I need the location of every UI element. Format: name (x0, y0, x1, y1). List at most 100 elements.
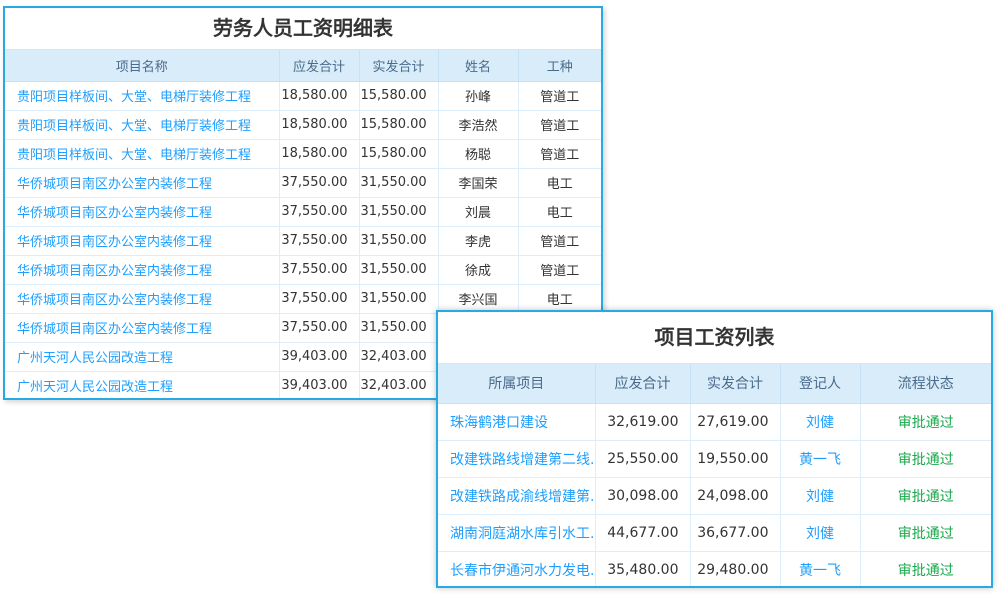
cell-payable-total: 37,550.00 (279, 284, 359, 313)
cell-project-name-link[interactable]: 广州天河人民公园改造工程 (5, 342, 279, 371)
worker-salary-row: 贵阳项目样板间、大堂、电梯厅装修工程 18,580.00 15,580.00 杨… (5, 139, 601, 168)
worker-salary-row: 华侨城项目南区办公室内装修工程 37,550.00 31,550.00 李兴国 … (5, 284, 601, 313)
cell-payable-total: 25,550.00 (595, 440, 690, 477)
cell-payable-total: 37,550.00 (279, 313, 359, 342)
cell-worker-name: 杨聪 (438, 139, 518, 168)
cell-worker-name: 李虎 (438, 226, 518, 255)
cell-job-type: 管道工 (518, 139, 601, 168)
cell-actual-total: 32,403.00 (359, 342, 438, 371)
cell-job-type: 管道工 (518, 255, 601, 284)
cell-registrant-link[interactable]: 刘健 (780, 514, 860, 551)
cell-project-name-link[interactable]: 改建铁路线增建第二线... (438, 440, 595, 477)
worker-salary-row: 贵阳项目样板间、大堂、电梯厅装修工程 18,580.00 15,580.00 李… (5, 110, 601, 139)
cell-actual-total: 15,580.00 (359, 139, 438, 168)
cell-payable-total: 18,580.00 (279, 81, 359, 110)
cell-worker-name: 李浩然 (438, 110, 518, 139)
worker-salary-row: 华侨城项目南区办公室内装修工程 37,550.00 31,550.00 李虎 管… (5, 226, 601, 255)
cell-actual-total: 15,580.00 (359, 81, 438, 110)
cell-project-name-link[interactable]: 珠海鹤港口建设 (438, 403, 595, 440)
project-salary-row: 长春市伊通河水力发电... 35,480.00 29,480.00 黄一飞 审批… (438, 551, 991, 588)
cell-project-name-link[interactable]: 华侨城项目南区办公室内装修工程 (5, 284, 279, 313)
cell-actual-total: 15,580.00 (359, 110, 438, 139)
cell-project-name-link[interactable]: 湖南洞庭湖水库引水工... (438, 514, 595, 551)
cell-registrant-link[interactable]: 黄一飞 (780, 551, 860, 588)
cell-actual-total: 27,619.00 (690, 403, 780, 440)
cell-actual-total: 24,098.00 (690, 477, 780, 514)
cell-project-name-link[interactable]: 长春市伊通河水力发电... (438, 551, 595, 588)
project-salary-row: 改建铁路成渝线增建第... 30,098.00 24,098.00 刘健 审批通… (438, 477, 991, 514)
cell-flow-status: 审批通过 (860, 477, 991, 514)
worker-salary-row: 华侨城项目南区办公室内装修工程 37,550.00 31,550.00 徐成 管… (5, 255, 601, 284)
col-header-payable-total: 应发合计 (595, 364, 690, 403)
cell-payable-total: 37,550.00 (279, 168, 359, 197)
cell-payable-total: 37,550.00 (279, 226, 359, 255)
cell-actual-total: 32,403.00 (359, 371, 438, 400)
cell-job-type: 电工 (518, 284, 601, 313)
cell-actual-total: 29,480.00 (690, 551, 780, 588)
cell-worker-name: 李国荣 (438, 168, 518, 197)
cell-payable-total: 35,480.00 (595, 551, 690, 588)
cell-registrant-link[interactable]: 黄一飞 (780, 440, 860, 477)
cell-payable-total: 32,619.00 (595, 403, 690, 440)
col-header-actual-total: 实发合计 (690, 364, 780, 403)
cell-actual-total: 36,677.00 (690, 514, 780, 551)
cell-payable-total: 39,403.00 (279, 371, 359, 400)
cell-payable-total: 18,580.00 (279, 139, 359, 168)
project-salary-row: 珠海鹤港口建设 32,619.00 27,619.00 刘健 审批通过 (438, 403, 991, 440)
col-header-flow-status: 流程状态 (860, 364, 991, 403)
cell-project-name-link[interactable]: 贵阳项目样板间、大堂、电梯厅装修工程 (5, 139, 279, 168)
project-salary-table: 所属项目 应发合计 实发合计 登记人 流程状态 珠海鹤港口建设 32,619.0… (438, 364, 991, 588)
header-row: 项目名称 应发合计 实发合计 姓名 工种 (5, 50, 601, 81)
cell-registrant-link[interactable]: 刘健 (780, 477, 860, 514)
col-header-project-name: 项目名称 (5, 50, 279, 81)
cell-project-name-link[interactable]: 广州天河人民公园改造工程 (5, 371, 279, 400)
cell-actual-total: 31,550.00 (359, 168, 438, 197)
cell-job-type: 管道工 (518, 226, 601, 255)
project-salary-table-body: 珠海鹤港口建设 32,619.00 27,619.00 刘健 审批通过 改建铁路… (438, 403, 991, 588)
worker-salary-row: 贵阳项目样板间、大堂、电梯厅装修工程 18,580.00 15,580.00 孙… (5, 81, 601, 110)
cell-project-name-link[interactable]: 华侨城项目南区办公室内装修工程 (5, 255, 279, 284)
cell-project-name-link[interactable]: 贵阳项目样板间、大堂、电梯厅装修工程 (5, 110, 279, 139)
cell-worker-name: 李兴国 (438, 284, 518, 313)
page-canvas: { "colors": { "panel_border": "#29a9e1",… (0, 0, 1000, 600)
cell-flow-status: 审批通过 (860, 440, 991, 477)
cell-worker-name: 徐成 (438, 255, 518, 284)
cell-project-name-link[interactable]: 改建铁路成渝线增建第... (438, 477, 595, 514)
cell-payable-total: 18,580.00 (279, 110, 359, 139)
cell-actual-total: 31,550.00 (359, 255, 438, 284)
cell-job-type: 电工 (518, 168, 601, 197)
col-header-registrant: 登记人 (780, 364, 860, 403)
cell-job-type: 管道工 (518, 110, 601, 139)
col-header-payable-total: 应发合计 (279, 50, 359, 81)
col-header-actual-total: 实发合计 (359, 50, 438, 81)
cell-project-name-link[interactable]: 华侨城项目南区办公室内装修工程 (5, 197, 279, 226)
project-salary-panel-title: 项目工资列表 (438, 312, 991, 364)
cell-payable-total: 37,550.00 (279, 255, 359, 284)
cell-worker-name: 孙峰 (438, 81, 518, 110)
cell-payable-total: 44,677.00 (595, 514, 690, 551)
cell-actual-total: 31,550.00 (359, 197, 438, 226)
cell-job-type: 电工 (518, 197, 601, 226)
header-row: 所属项目 应发合计 实发合计 登记人 流程状态 (438, 364, 991, 403)
cell-actual-total: 31,550.00 (359, 226, 438, 255)
cell-worker-name: 刘晨 (438, 197, 518, 226)
col-header-job-type: 工种 (518, 50, 601, 81)
cell-payable-total: 39,403.00 (279, 342, 359, 371)
cell-payable-total: 30,098.00 (595, 477, 690, 514)
worker-salary-panel-title: 劳务人员工资明细表 (5, 8, 601, 50)
cell-project-name-link[interactable]: 华侨城项目南区办公室内装修工程 (5, 226, 279, 255)
cell-actual-total: 31,550.00 (359, 284, 438, 313)
project-salary-table-header: 所属项目 应发合计 实发合计 登记人 流程状态 (438, 364, 991, 403)
cell-payable-total: 37,550.00 (279, 197, 359, 226)
cell-project-name-link[interactable]: 华侨城项目南区办公室内装修工程 (5, 168, 279, 197)
cell-project-name-link[interactable]: 贵阳项目样板间、大堂、电梯厅装修工程 (5, 81, 279, 110)
cell-actual-total: 19,550.00 (690, 440, 780, 477)
worker-salary-row: 华侨城项目南区办公室内装修工程 37,550.00 31,550.00 刘晨 电… (5, 197, 601, 226)
cell-flow-status: 审批通过 (860, 551, 991, 588)
cell-project-name-link[interactable]: 华侨城项目南区办公室内装修工程 (5, 313, 279, 342)
cell-registrant-link[interactable]: 刘健 (780, 403, 860, 440)
col-header-belonging-project: 所属项目 (438, 364, 595, 403)
project-salary-row: 湖南洞庭湖水库引水工... 44,677.00 36,677.00 刘健 审批通… (438, 514, 991, 551)
worker-salary-row: 华侨城项目南区办公室内装修工程 37,550.00 31,550.00 李国荣 … (5, 168, 601, 197)
project-salary-panel: 项目工资列表 所属项目 应发合计 实发合计 登记人 流程状态 珠海鹤港口建设 3… (436, 310, 993, 588)
